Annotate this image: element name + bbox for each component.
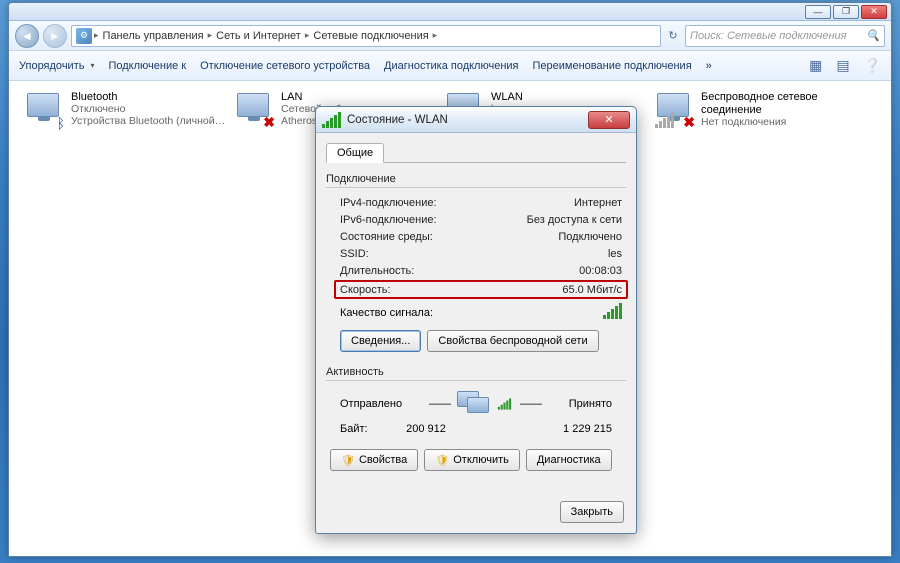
group-activity-label: Активность [326,366,626,378]
search-icon: 🔍 [866,29,880,42]
signal-quality-label: Качество сигнала: [340,307,433,319]
dialog-title: Состояние - WLAN [347,114,448,126]
sent-label: Отправлено [340,398,402,410]
navigation-bar: ◄ ► ⚙ ▸ Панель управления ▸ Сеть и Интер… [9,21,891,51]
duration-label: Длительность: [340,265,414,277]
dialog-titlebar[interactable]: Состояние - WLAN ✕ [316,107,636,133]
help-icon[interactable]: ❔ [864,57,881,74]
connection-detail: Устройства Bluetooth (личной с... [71,115,227,127]
connection-name: Беспроводное сетевое соединение [701,91,857,116]
search-input[interactable]: Поиск: Сетевые подключения 🔍 [685,25,885,47]
connection-name: LAN [281,91,437,103]
bytes-label: Байт: [340,423,368,435]
disconnected-x-icon: ✖ [683,114,695,131]
connection-name: WLAN [491,91,647,103]
signal-bars-icon [603,303,622,322]
maximize-button[interactable]: ❐ [833,5,859,19]
speed-label: Скорость: [340,284,391,296]
connection-name: Bluetooth [71,91,227,103]
ipv6-value: Без доступа к сети [527,214,622,226]
view-details-button[interactable]: ▤ [836,57,849,74]
diagnose-button[interactable]: Диагностика подключения [384,60,518,72]
chevron-right-icon: ▸ [208,30,213,41]
address-breadcrumb[interactable]: ⚙ ▸ Панель управления ▸ Сеть и Интернет … [71,25,661,47]
connect-to-button[interactable]: Подключение к [108,60,186,72]
view-icons-button[interactable]: ▦ [809,57,822,74]
speed-row-highlighted: Скорость: 65.0 Мбит/с [334,280,628,299]
ipv6-label: IPv6-подключение: [340,214,437,226]
connection-status: Отключено [71,103,227,115]
chevron-right-icon: ▸ [305,30,310,41]
wireless-properties-button[interactable]: Свойства беспроводной сети [427,330,598,352]
connection-status: Нет подключения [701,116,857,128]
activity-computers-icon [457,391,489,417]
dash-icon: —— [429,398,451,410]
ipv4-value: Интернет [574,197,622,209]
shield-icon: 🛡 [435,454,449,467]
rename-button[interactable]: Переименование подключения [533,60,692,72]
breadcrumb-item[interactable]: Сеть и Интернет [214,30,303,42]
dash-icon: —— [520,398,542,410]
signal-bars-icon [498,398,511,409]
connection-item-wireless[interactable]: ✖ Беспроводное сетевое соединение Нет по… [651,87,861,135]
chevron-right-icon: ▸ [94,30,99,41]
tab-general[interactable]: Общие [326,143,384,163]
command-toolbar: Упорядочить Подключение к Отключение сет… [9,51,891,81]
bluetooth-icon: ᛒ [57,115,65,131]
dialog-close-button[interactable]: ✕ [588,111,630,129]
bytes-received-value: 1 229 215 [563,423,612,435]
refresh-icon[interactable]: ↻ [665,29,681,42]
network-adapter-icon: ✖ [655,91,695,131]
signal-bars-icon [655,112,674,131]
shield-icon: 🛡 [341,454,355,467]
duration-value: 00:08:03 [579,265,622,277]
nav-forward-button[interactable]: ► [43,24,67,48]
minimize-button[interactable]: — [805,5,831,19]
details-button[interactable]: Сведения... [340,330,421,352]
signal-bars-icon [322,112,341,128]
search-placeholder: Поиск: Сетевые подключения [690,30,847,42]
wlan-status-dialog: Состояние - WLAN ✕ Общие Подключение IPv… [315,106,637,534]
received-label: Принято [569,398,612,410]
media-state-label: Состояние среды: [340,231,433,243]
nav-back-button[interactable]: ◄ [15,24,39,48]
speed-value: 65.0 Мбит/с [562,284,622,296]
explorer-window: — ❐ ✕ ◄ ► ⚙ ▸ Панель управления ▸ Сеть и… [8,2,892,557]
network-adapter-icon: ✖ [235,91,275,131]
dialog-tabs: Общие [326,141,626,163]
disconnected-x-icon: ✖ [263,114,275,131]
ssid-value: les [608,248,622,260]
disable-device-button[interactable]: Отключение сетевого устройства [200,60,370,72]
bytes-sent-value: 200 912 [406,423,446,435]
connection-item-bluetooth[interactable]: ᛒ Bluetooth Отключено Устройства Bluetoo… [21,87,231,135]
chevron-right-icon: ▸ [433,30,438,41]
toolbar-overflow[interactable]: » [706,60,712,72]
network-adapter-icon: ᛒ [25,91,65,131]
disable-button[interactable]: 🛡Отключить [424,449,520,471]
breadcrumb-item[interactable]: Сетевые подключения [311,30,430,42]
window-titlebar: — ❐ ✕ [9,3,891,21]
ssid-label: SSID: [340,248,369,260]
properties-button[interactable]: 🛡Свойства [330,449,418,471]
group-connection-label: Подключение [326,173,626,185]
organize-menu[interactable]: Упорядочить [19,60,94,72]
media-state-value: Подключено [558,231,622,243]
close-dialog-button[interactable]: Закрыть [560,501,624,523]
breadcrumb-item[interactable]: Панель управления [101,30,206,42]
diagnose-button[interactable]: Диагностика [526,449,612,471]
control-panel-icon: ⚙ [76,28,92,44]
ipv4-label: IPv4-подключение: [340,197,437,209]
close-button[interactable]: ✕ [861,5,887,19]
